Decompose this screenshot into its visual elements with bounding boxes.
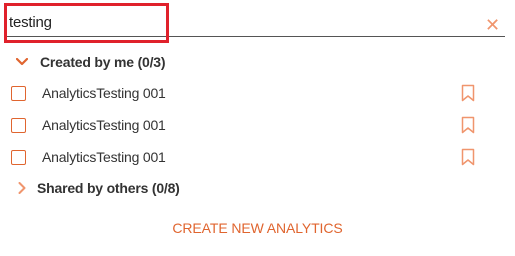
item-label[interactable]: AnalyticsTesting 001 [42, 149, 166, 165]
bookmark-icon[interactable] [461, 84, 475, 102]
item-checkbox[interactable] [11, 117, 26, 133]
item-checkbox[interactable] [11, 149, 26, 165]
group-title: Shared by others (0/8) [37, 180, 180, 196]
create-new-analytics-button[interactable]: CREATE NEW ANALYTICS [0, 220, 515, 236]
list-item: AnalyticsTesting 001 [11, 114, 481, 136]
item-label[interactable]: AnalyticsTesting 001 [42, 85, 166, 101]
chevron-down-icon [14, 54, 30, 70]
bookmark-icon[interactable] [461, 116, 475, 134]
item-label[interactable]: AnalyticsTesting 001 [42, 117, 166, 133]
list-item: AnalyticsTesting 001 [11, 82, 481, 104]
chevron-right-icon [14, 180, 30, 196]
bookmark-icon[interactable] [461, 148, 475, 166]
group-header-created-by-me[interactable]: Created by me (0/3) [14, 50, 166, 74]
search-bar: ✕ [5, 4, 505, 37]
list-item: AnalyticsTesting 001 [11, 146, 481, 168]
analytics-picker-panel: ✕ Created by me (0/3) AnalyticsTesting 0… [0, 0, 515, 256]
item-checkbox[interactable] [11, 85, 26, 101]
group-header-shared-by-others[interactable]: Shared by others (0/8) [14, 176, 180, 200]
search-input[interactable] [9, 10, 449, 34]
group-title: Created by me (0/3) [40, 54, 166, 70]
close-icon[interactable]: ✕ [485, 16, 500, 34]
